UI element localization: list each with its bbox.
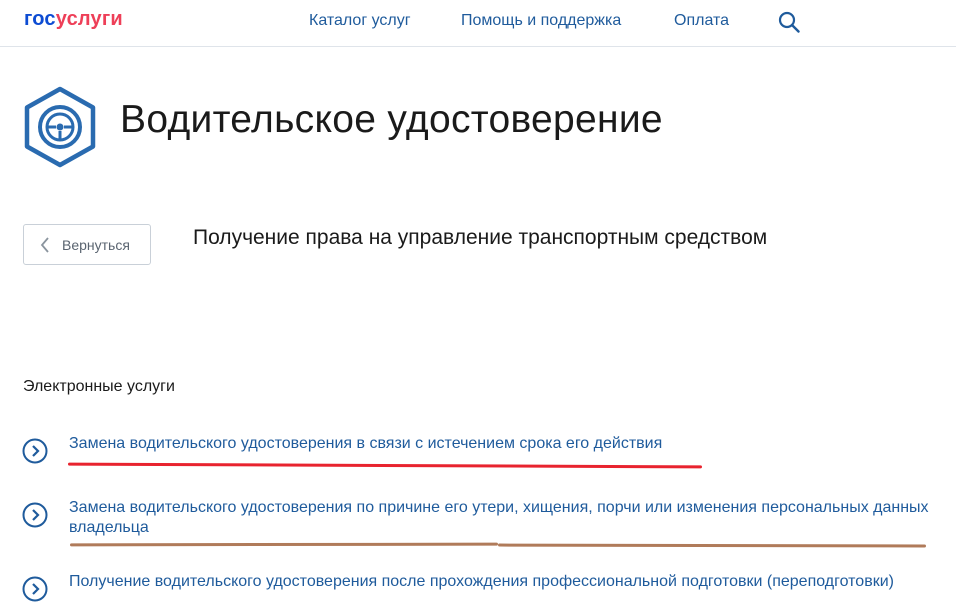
search-icon[interactable] [778, 11, 800, 33]
nav-catalog[interactable]: Каталог услуг [309, 12, 411, 30]
page-title: Водительское удостоверение [120, 98, 663, 141]
chevron-right-circle-icon[interactable] [22, 502, 48, 528]
chevron-right-circle-icon[interactable] [22, 576, 48, 602]
annotation-underline-red [67, 462, 703, 469]
top-header: госуслуги Каталог услуг Помощь и поддерж… [0, 0, 956, 47]
chevron-right-circle-icon[interactable] [22, 438, 48, 464]
nav-payment[interactable]: Оплата [674, 12, 729, 30]
gosuslugi-logo[interactable]: госуслуги [24, 8, 123, 31]
service-link[interactable]: Замена водительского удостоверения в свя… [69, 434, 949, 454]
chevron-left-icon [40, 236, 49, 253]
nav-help[interactable]: Помощь и поддержка [461, 12, 621, 30]
back-button[interactable]: Вернуться [23, 224, 151, 265]
service-link[interactable]: Получение водительского удостоверения по… [69, 572, 949, 592]
back-button-label: Вернуться [62, 236, 130, 253]
service-subtitle: Получение права на управление транспортн… [193, 226, 768, 249]
service-link[interactable]: Замена водительского удостоверения по пр… [69, 498, 949, 538]
steering-wheel-icon [24, 86, 96, 168]
electronic-services-heading: Электронные услуги [23, 378, 175, 395]
annotation-underline-brown [497, 543, 927, 548]
annotation-underline-brown [69, 542, 499, 547]
